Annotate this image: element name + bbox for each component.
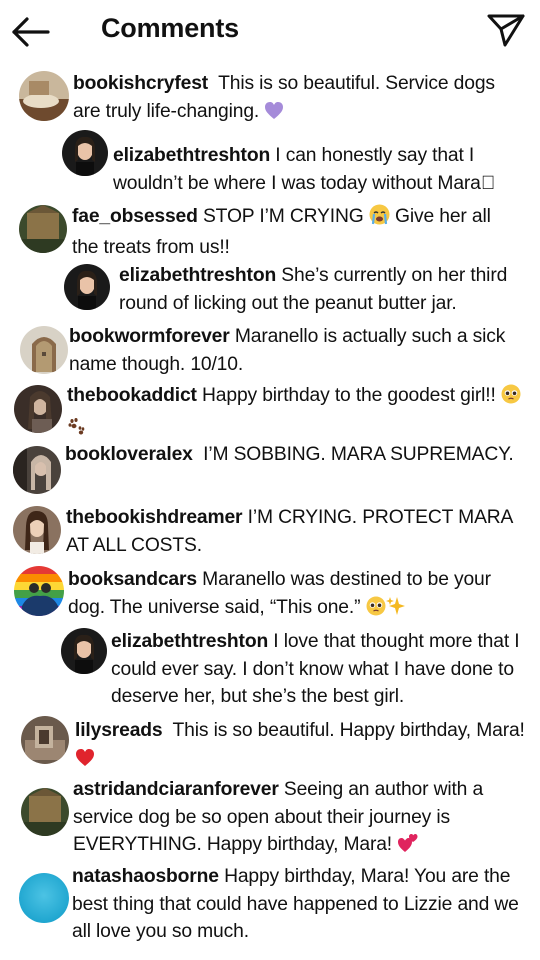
avatar[interactable] xyxy=(20,326,68,374)
avatar[interactable] xyxy=(13,506,61,554)
avatar[interactable] xyxy=(21,788,69,836)
avatar[interactable] xyxy=(19,873,69,923)
comment-username[interactable]: astridandciaranforever xyxy=(73,779,279,800)
comment-text: Happy birthday to the goodest girl!! xyxy=(202,385,496,406)
sparkles-icon xyxy=(385,596,406,625)
comment-username[interactable]: bookloveralex xyxy=(65,444,193,465)
comment-username[interactable]: natashaosborne xyxy=(72,866,219,887)
avatar[interactable] xyxy=(14,566,64,616)
avatar[interactable] xyxy=(61,628,107,674)
avatar-image xyxy=(64,264,110,310)
avatar-image xyxy=(20,326,68,374)
back-button[interactable] xyxy=(10,14,52,50)
two-hearts-icon xyxy=(397,833,419,862)
purple-heart-icon xyxy=(264,101,284,129)
comment-username[interactable]: booksandcars xyxy=(68,569,197,590)
avatar-image xyxy=(14,566,64,616)
avatar[interactable] xyxy=(19,205,67,253)
avatar[interactable] xyxy=(21,716,69,764)
avatar-image xyxy=(13,446,61,494)
comment-text: This is so beautiful. Happy birthday, Ma… xyxy=(172,720,525,741)
comment-username[interactable]: thebookaddict xyxy=(67,385,197,406)
pleading-face-icon xyxy=(366,596,386,625)
page-title: Comments xyxy=(101,13,239,43)
comment-text: I’M SOBBING. MARA SUPREMACY. xyxy=(203,444,514,465)
comment-username[interactable]: elizabethtreshton xyxy=(111,631,268,652)
avatar[interactable] xyxy=(64,264,110,310)
comment-username[interactable]: fae_obsessed xyxy=(72,206,198,227)
paw-prints-icon xyxy=(67,416,85,444)
share-button[interactable] xyxy=(486,11,526,49)
crying-face-icon xyxy=(369,204,390,234)
avatar-image xyxy=(19,205,67,253)
comments-header: Comments xyxy=(0,0,540,62)
comment-username[interactable]: lilysreads xyxy=(75,720,163,741)
comment-text: STOP I’M CRYING xyxy=(202,206,364,227)
avatar-image xyxy=(21,788,69,836)
avatar-image xyxy=(61,628,107,674)
avatar[interactable] xyxy=(14,385,62,433)
avatar-image xyxy=(13,506,61,554)
comment-username[interactable]: elizabethtreshton xyxy=(119,265,276,286)
comment-username[interactable]: elizabethtreshton xyxy=(113,145,270,166)
avatar-image xyxy=(21,716,69,764)
comment-username[interactable]: bookwormforever xyxy=(69,326,230,347)
pleading-face-icon xyxy=(501,384,521,413)
avatar-image xyxy=(19,873,69,923)
comment-username[interactable]: thebookishdreamer xyxy=(66,507,243,528)
avatar-image xyxy=(14,385,62,433)
avatar-image xyxy=(19,71,69,121)
red-heart-icon xyxy=(75,748,95,776)
avatar[interactable] xyxy=(13,446,61,494)
send-icon xyxy=(487,14,525,47)
avatar[interactable] xyxy=(62,130,108,176)
avatar[interactable] xyxy=(19,71,69,121)
back-arrow-icon xyxy=(12,17,50,47)
comment-username[interactable]: bookishcryfest xyxy=(73,73,208,94)
avatar-image xyxy=(62,130,108,176)
